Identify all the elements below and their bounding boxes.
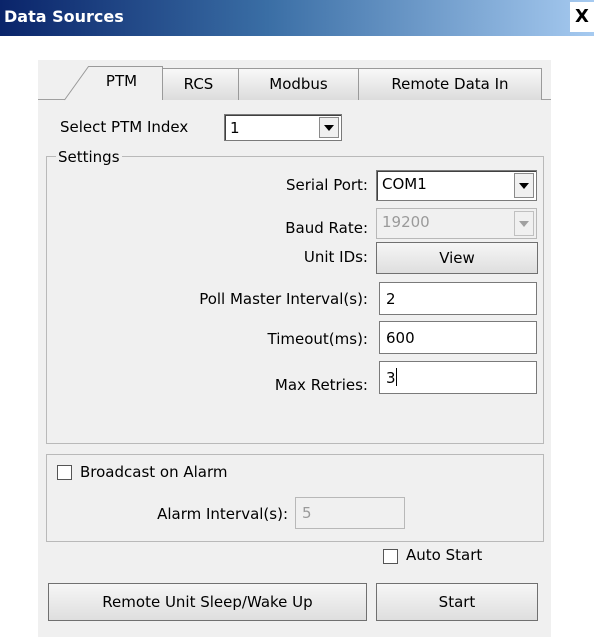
tab-modbus-label: Modbus: [269, 75, 328, 93]
auto-start-checkbox[interactable]: [383, 549, 398, 564]
poll-master-interval-label: Poll Master Interval(s):: [199, 290, 368, 308]
poll-master-interval-field[interactable]: [379, 282, 537, 315]
auto-start-label: Auto Start: [406, 546, 483, 564]
tab-remote-data-in-label: Remote Data In: [391, 75, 509, 93]
ptm-index-select[interactable]: 1: [224, 114, 342, 141]
title-bar: Data Sources: [0, 0, 594, 36]
chevron-down-icon[interactable]: [514, 173, 534, 198]
close-icon: X: [575, 6, 589, 27]
timeout-label: Timeout(ms):: [267, 330, 368, 348]
chevron-down-icon: [514, 211, 534, 236]
alarm-interval-label: Alarm Interval(s):: [157, 505, 288, 523]
baud-rate-value: 19200: [382, 213, 430, 231]
ptm-index-value: 1: [230, 119, 240, 137]
alarm-interval-field[interactable]: [295, 497, 405, 529]
baud-rate-label: Baud Rate:: [285, 219, 368, 237]
tab-modbus[interactable]: Modbus: [238, 68, 359, 100]
unit-ids-label: Unit IDs:: [303, 248, 368, 266]
broadcast-on-alarm-label: Broadcast on Alarm: [80, 463, 228, 481]
window-title: Data Sources: [4, 7, 124, 26]
close-button[interactable]: X: [570, 2, 594, 32]
serial-port-select[interactable]: COM1: [376, 170, 537, 201]
start-button[interactable]: Start: [376, 583, 538, 621]
max-retries-label: Max Retries:: [274, 376, 368, 394]
tab-remote-data-in[interactable]: Remote Data In: [358, 68, 542, 100]
tab-ptm-label: PTM: [105, 72, 138, 90]
view-unit-ids-button[interactable]: View: [376, 242, 538, 274]
serial-port-label: Serial Port:: [285, 176, 368, 194]
timeout-field[interactable]: [379, 321, 537, 354]
tab-rcs-label: RCS: [183, 75, 214, 93]
broadcast-on-alarm-checkbox[interactable]: [57, 464, 72, 480]
ptm-index-label: Select PTM Index: [60, 118, 189, 136]
broadcast-group-title: Broadcast on Alarm: [55, 463, 230, 481]
baud-rate-select[interactable]: 19200: [376, 208, 537, 239]
settings-group-title: Settings: [56, 148, 122, 166]
serial-port-value: COM1: [382, 175, 427, 193]
sleep-wake-button[interactable]: Remote Unit Sleep/Wake Up: [48, 583, 367, 621]
text-caret: [396, 368, 397, 386]
tab-rcs[interactable]: RCS: [158, 68, 239, 100]
data-sources-window: Data Sources X RCS Modbus Remote Data In…: [0, 0, 594, 637]
max-retries-field[interactable]: [379, 361, 537, 394]
chevron-down-icon[interactable]: [319, 117, 339, 138]
